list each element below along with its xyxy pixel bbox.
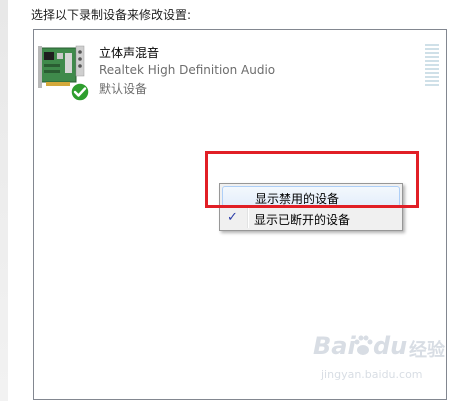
device-driver: Realtek High Definition Audio bbox=[99, 63, 276, 77]
watermark-brand-suffix: 经验 bbox=[409, 340, 445, 361]
paw-icon bbox=[354, 335, 373, 355]
device-item-stereo-mix[interactable]: 立体声混音 Realtek High Definition Audio 默认设备 bbox=[34, 30, 446, 110]
checkmark-icon: ✓ bbox=[227, 210, 238, 225]
window-left-edge bbox=[0, 0, 8, 401]
watermark-brand-right: du bbox=[373, 332, 408, 360]
checkmark-icon bbox=[70, 82, 90, 102]
device-name: 立体声混音 bbox=[99, 46, 160, 60]
level-meter bbox=[425, 44, 439, 88]
menu-item-label: 显示已断开的设备 bbox=[254, 213, 351, 227]
instruction-text: 选择以下录制设备来修改设置: bbox=[31, 8, 192, 22]
baidu-jingyan-watermark: Bai du 经验 jingyan.baidu.com bbox=[313, 328, 453, 388]
menu-item-show-disconnected-devices[interactable]: ✓ 显示已断开的设备 bbox=[222, 208, 400, 229]
watermark-url: jingyan.baidu.com bbox=[321, 368, 423, 381]
annotation-highlight-box bbox=[205, 151, 419, 208]
watermark-brand-left: Bai bbox=[313, 332, 356, 360]
device-status: 默认设备 bbox=[99, 82, 148, 96]
